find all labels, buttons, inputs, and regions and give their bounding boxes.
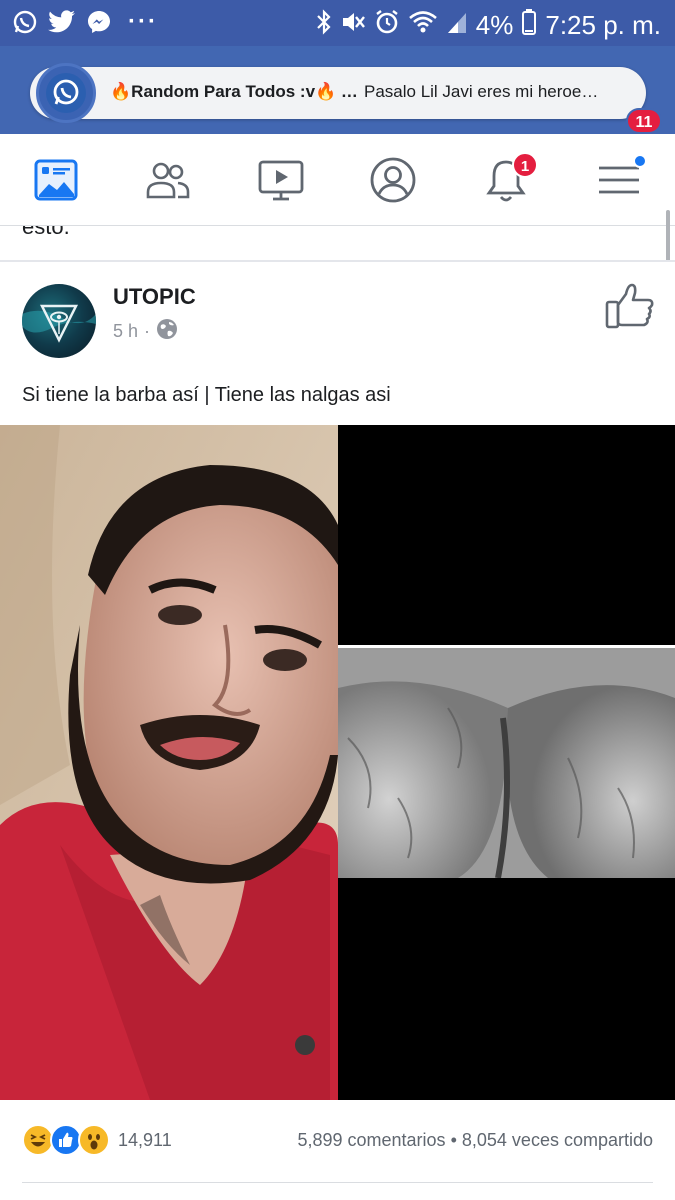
twitter-notification-icon xyxy=(48,10,76,34)
tab-news-feed[interactable] xyxy=(0,134,112,226)
previous-post-fragment: esto. xyxy=(0,226,675,260)
watch-icon xyxy=(258,158,304,202)
status-bar: ··· 4% 7:25 p. m. xyxy=(0,0,675,46)
mute-icon xyxy=(340,9,366,40)
wow-reaction-icon xyxy=(78,1124,110,1156)
wifi-icon xyxy=(408,9,438,40)
bluetooth-icon xyxy=(316,8,332,41)
messenger-notification-icon xyxy=(86,9,112,35)
profile-icon xyxy=(369,156,417,204)
page-avatar[interactable] xyxy=(22,284,96,358)
status-bar-system: 4% 7:25 p. m. xyxy=(316,8,661,41)
page-name[interactable]: UTOPIC xyxy=(113,284,196,310)
globe-icon xyxy=(156,318,178,345)
alarm-icon xyxy=(374,9,400,40)
thumbs-up-icon xyxy=(605,283,654,329)
status-bar-notifications: ··· xyxy=(12,9,158,35)
reaction-summary[interactable]: 14,911 xyxy=(22,1124,172,1156)
more-notifications-indicator: ··· xyxy=(128,8,158,35)
comments-count[interactable]: 5,899 comentarios xyxy=(297,1130,445,1150)
post-photo-black-top xyxy=(338,425,675,645)
chat-head-unread-badge: 11 xyxy=(626,108,662,134)
meta-separator: · xyxy=(144,321,151,341)
post-photo-grayscale[interactable] xyxy=(338,645,675,878)
whatsapp-notification-icon xyxy=(12,9,38,35)
shares-count[interactable]: 8,054 veces compartido xyxy=(462,1130,653,1150)
signal-icon xyxy=(446,9,468,40)
post-caption: Si tiene la barba así | Tiene las nalgas… xyxy=(22,384,391,406)
post-stats: 5,899 comentarios • 8,054 veces comparti… xyxy=(297,1130,653,1151)
tab-menu[interactable] xyxy=(563,134,675,226)
tab-watch[interactable] xyxy=(225,134,337,226)
menu-icon xyxy=(597,161,641,199)
tab-profile[interactable] xyxy=(337,134,449,226)
chat-head-group-name: 🔥Random Para Todos :v🔥 … xyxy=(110,82,358,101)
like-page-button[interactable] xyxy=(604,282,656,330)
utopic-logo-icon xyxy=(22,304,96,343)
battery-icon xyxy=(521,8,537,41)
scrollbar-thumb[interactable] xyxy=(666,210,670,262)
previous-post-text: esto. xyxy=(22,226,70,239)
facebook-header: 🔥Random Para Todos :v🔥 … Pasalo Lil Javi… xyxy=(0,46,675,134)
grayscale-photo xyxy=(338,648,675,878)
post-photo-selfie[interactable] xyxy=(0,425,338,1100)
selfie-photo xyxy=(0,425,338,1100)
navigation-tab-bar: 1 xyxy=(0,134,675,226)
battery-percentage: 4% xyxy=(475,9,514,40)
chat-head-banner[interactable]: 🔥Random Para Todos :v🔥 … Pasalo Lil Javi… xyxy=(30,63,646,123)
footer-divider xyxy=(22,1182,653,1183)
post-meta: 5 h · xyxy=(113,318,178,345)
post-divider xyxy=(0,260,675,262)
post-time[interactable]: 5 h xyxy=(113,321,138,342)
tab-notifications[interactable]: 1 xyxy=(450,134,562,226)
clock: 7:25 p. m. xyxy=(545,9,661,40)
reaction-count: 14,911 xyxy=(118,1129,172,1150)
stats-separator: • xyxy=(450,1130,457,1150)
chat-head-bubble[interactable] xyxy=(36,63,96,123)
menu-indicator-dot xyxy=(633,154,647,168)
post-footer: 14,911 5,899 comentarios • 8,054 veces c… xyxy=(0,1100,675,1200)
chat-head-message-preview: Pasalo Lil Javi eres mi heroe… xyxy=(364,82,599,101)
tab-friends[interactable] xyxy=(112,134,224,226)
notifications-badge: 1 xyxy=(512,152,538,178)
friends-icon xyxy=(145,160,191,200)
news-feed-icon xyxy=(34,158,78,202)
whatsapp-icon xyxy=(46,73,86,113)
post-photo-black-bottom xyxy=(338,878,675,1100)
